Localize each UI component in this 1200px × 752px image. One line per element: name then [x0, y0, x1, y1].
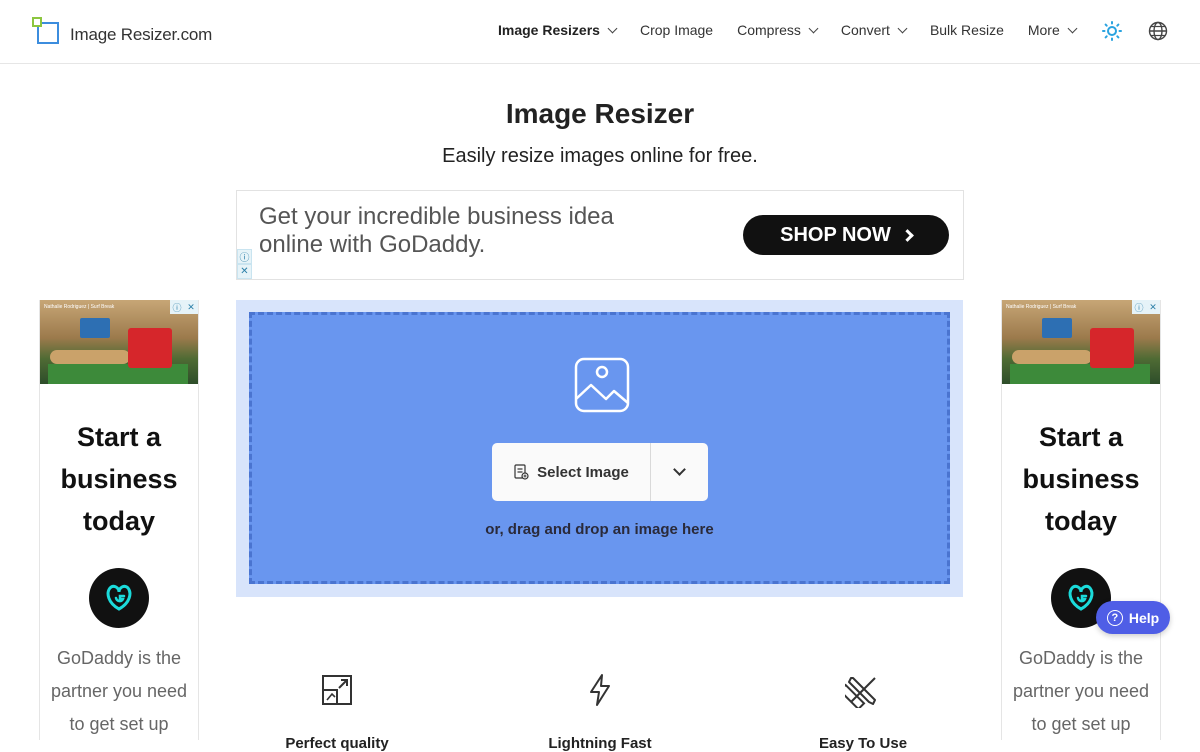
right-side-ad[interactable]: Nathalie Rodriguez | Surf Break ⓘ ✕ Star… — [1001, 300, 1161, 740]
info-icon[interactable]: ⓘ — [170, 300, 184, 314]
ad-headline: Start a business today — [1002, 416, 1160, 542]
ad-headline-line: Start a — [76, 422, 162, 452]
nav-label: Bulk Resize — [929, 22, 1004, 38]
drag-drop-hint: or, drag and drop an image here — [485, 521, 714, 538]
feature-label: Perfect quality — [285, 735, 389, 752]
image-icon — [574, 357, 630, 413]
ad-headline-line: today — [82, 506, 155, 536]
ad-copy-line: partner you need — [1012, 681, 1150, 701]
ad-copy: GoDaddy is the partner you need to get s… — [40, 642, 198, 740]
chevron-right-icon — [901, 228, 914, 242]
info-icon[interactable]: ⓘ — [1132, 300, 1146, 314]
ad-choices[interactable]: ⓘ ✕ — [170, 300, 198, 314]
logo-text: Image Resizer.com — [70, 25, 213, 44]
logo-icon — [32, 17, 60, 45]
chevron-down-icon — [1067, 23, 1078, 33]
resize-icon — [322, 675, 352, 705]
select-image-group: Select Image — [492, 443, 708, 501]
ad-headline-line: business — [60, 464, 178, 494]
nav-item-more[interactable]: More — [1027, 22, 1078, 38]
theme-toggle-button[interactable] — [1101, 20, 1123, 42]
nav-label: Convert — [840, 22, 890, 38]
ad-copy-line: partner you need — [50, 681, 188, 701]
ad-copy-line: to get set up — [1031, 714, 1131, 734]
chevron-down-icon — [897, 23, 908, 33]
nav-item-bulk-resize[interactable]: Bulk Resize — [930, 22, 1004, 38]
nav-label: Compress — [737, 22, 801, 38]
nav-item-compress[interactable]: Compress — [737, 22, 819, 38]
feature-label: Easy To Use — [818, 735, 908, 752]
ad-image-caption: Nathalie Rodriguez | Surf Break — [1006, 304, 1077, 310]
ad-copy-line: GoDaddy is the — [1018, 648, 1144, 668]
tools-icon — [838, 677, 876, 711]
ad-headline-line: Start a — [1038, 422, 1124, 452]
select-image-label: Select Image — [537, 463, 629, 481]
shop-now-label: SHOP NOW — [780, 223, 891, 246]
close-icon[interactable]: ✕ — [184, 300, 198, 314]
ad-choices[interactable]: ⓘ ✕ — [1132, 300, 1160, 314]
nav-label: Crop Image — [639, 22, 714, 38]
ad-image: Nathalie Rodriguez | Surf Break ⓘ ✕ — [1002, 300, 1160, 384]
left-side-ad[interactable]: Nathalie Rodriguez | Surf Break ⓘ ✕ Star… — [39, 300, 199, 740]
site-logo[interactable]: Image Resizer.com — [32, 17, 212, 45]
drop-zone[interactable]: Select Image or, drag and drop an image … — [249, 312, 950, 584]
close-icon[interactable]: ✕ — [1146, 300, 1160, 314]
feature-easy-to-use: Easy To Use — [763, 672, 963, 752]
ad-image-caption: Nathalie Rodriguez | Surf Break — [44, 304, 115, 310]
godaddy-logo-icon — [89, 568, 149, 628]
nav-item-crop-image[interactable]: Crop Image — [640, 22, 713, 38]
page-title: Image Resizer — [505, 98, 695, 129]
ad-headline-line: business — [1022, 464, 1140, 494]
ad-headline: Start a business today — [40, 416, 198, 542]
top-ad-line: Get your incredible business idea — [259, 203, 614, 230]
info-icon[interactable]: ⓘ — [237, 249, 252, 264]
nav-label: More — [1027, 22, 1060, 38]
help-button[interactable]: ? Help — [1096, 601, 1170, 634]
ad-image: Nathalie Rodriguez | Surf Break ⓘ ✕ — [40, 300, 198, 384]
nav-label: Image Resizers — [498, 22, 600, 38]
file-icon — [514, 464, 529, 480]
feature-label: Lightning Fast — [548, 735, 652, 752]
help-label: Help — [1128, 609, 1160, 626]
select-image-button[interactable]: Select Image — [492, 443, 651, 501]
ad-copy: GoDaddy is the partner you need to get s… — [1002, 642, 1160, 740]
ad-copy-line: to get set up — [69, 714, 169, 734]
top-ad-line: online with GoDaddy. — [259, 231, 486, 258]
chevron-down-icon — [673, 463, 686, 476]
nav-item-image-resizers[interactable]: Image Resizers — [498, 22, 618, 38]
feature-perfect-quality: Perfect quality — [237, 672, 437, 752]
lightning-icon — [590, 674, 610, 706]
ad-choices[interactable]: ⓘ ✕ — [237, 249, 252, 279]
feature-lightning-fast: Lightning Fast — [500, 672, 700, 752]
language-button[interactable] — [1147, 20, 1169, 42]
top-ad-text: Get your incredible business idea online… — [259, 203, 614, 259]
sun-icon — [1102, 21, 1122, 41]
close-icon[interactable]: ✕ — [237, 264, 252, 279]
ad-copy-line: GoDaddy is the — [56, 648, 182, 668]
shop-now-button[interactable]: SHOP NOW — [743, 215, 949, 255]
site-header: Image Resizer.com Image Resizers Crop Im… — [0, 0, 1200, 64]
page-subtitle: Easily resize images online for free. — [442, 145, 758, 167]
upload-container: Select Image or, drag and drop an image … — [236, 300, 963, 597]
ad-headline-line: today — [1044, 506, 1117, 536]
chevron-down-icon — [808, 23, 819, 33]
top-ad-banner[interactable]: Get your incredible business idea online… — [236, 190, 964, 280]
select-source-dropdown[interactable] — [651, 443, 708, 501]
question-icon: ? — [1106, 609, 1123, 626]
globe-icon — [1148, 21, 1168, 41]
chevron-down-icon — [607, 23, 618, 33]
main-nav: Image Resizers Crop Image Compress Conve… — [498, 22, 1100, 38]
nav-item-convert[interactable]: Convert — [840, 22, 908, 38]
